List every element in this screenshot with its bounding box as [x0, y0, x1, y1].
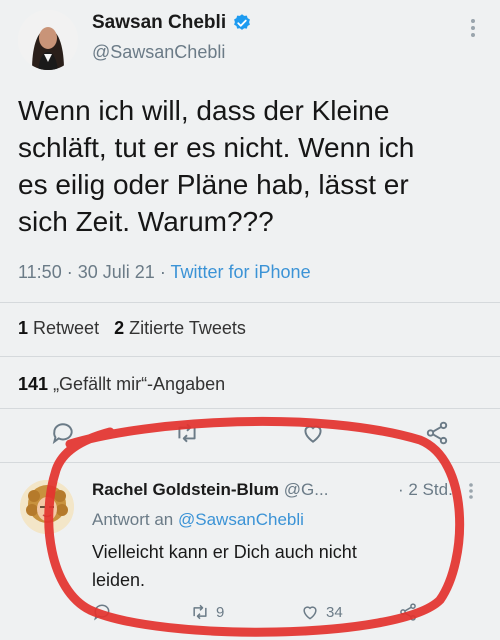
retweets-label: Retweet	[33, 318, 100, 338]
more-icon[interactable]	[470, 18, 476, 43]
reply-like-count: 34	[326, 603, 343, 621]
reply-like-button[interactable]: 34	[300, 602, 343, 622]
retweet-icon	[193, 604, 207, 620]
reply-icon[interactable]	[50, 420, 76, 446]
likes-count: 141	[18, 374, 49, 394]
tweet-text-line: sich Zeit. Warum???	[18, 206, 274, 237]
reply-retweet-count: 9	[216, 603, 225, 621]
likes-label: „Gefällt mir“-Angaben	[53, 374, 226, 394]
divider	[0, 356, 500, 357]
quotes-stat[interactable]: 2 Zitierte Tweets	[114, 318, 246, 338]
quotes-count: 2	[114, 318, 125, 338]
reply-to-line: Antwort an @SawsanChebli	[92, 510, 304, 530]
tweet-text: Wenn ich will, dass der Kleine schläft, …	[18, 92, 478, 240]
more-icon[interactable]	[468, 482, 474, 505]
likes-stat[interactable]: 141 „Gefällt mir“-Angaben	[18, 374, 225, 395]
divider	[0, 408, 500, 409]
tweet-actions	[0, 420, 500, 448]
reply-author-handle[interactable]: @G...	[284, 480, 329, 499]
meta-separator: ·	[66, 262, 73, 282]
tweet-meta: 11:50 · 30 Juli 21 · Twitter for iPhone	[18, 262, 311, 283]
reply-text-line: Vielleicht kann er Dich auch nicht	[92, 542, 357, 562]
retweet-stats: 1 Retweet 2 Zitierte Tweets	[18, 318, 246, 339]
author-handle[interactable]: @SawsanChebli	[92, 42, 252, 63]
share-icon[interactable]	[424, 420, 450, 446]
reply-author: Rachel Goldstein-Blum @G...	[92, 480, 328, 500]
reply-to-label: Antwort an	[92, 510, 174, 529]
share-icon[interactable]	[398, 602, 418, 622]
divider	[0, 302, 500, 303]
reply-author-name[interactable]: Rachel Goldstein-Blum	[92, 480, 279, 499]
tweet-text-line: es eilig oder Pläne hab, lässt er	[18, 169, 409, 200]
tweet-date: 30 Juli 21	[77, 262, 155, 282]
retweets-stat[interactable]: 1 Retweet	[18, 318, 104, 338]
verified-badge-icon	[234, 14, 251, 30]
reply-retweet-button[interactable]: 9	[190, 602, 224, 622]
reply-to-handle[interactable]: @SawsanChebli	[178, 510, 304, 529]
retweet-icon[interactable]	[174, 420, 200, 446]
retweets-count: 1	[18, 318, 29, 338]
tweet-text-line: Wenn ich will, dass der Kleine	[18, 95, 390, 126]
author-avatar[interactable]	[18, 10, 78, 70]
tweet-time: 11:50	[18, 262, 62, 282]
like-icon	[303, 606, 317, 620]
divider	[0, 462, 500, 463]
author-name[interactable]: Sawsan Chebli	[92, 12, 226, 34]
tweet-author: Sawsan Chebli @SawsanChebli	[92, 12, 252, 63]
tweet-source-link[interactable]: Twitter for iPhone	[171, 262, 311, 282]
reply-timestamp: · 2 Std.	[398, 480, 453, 499]
meta-separator: ·	[159, 262, 166, 282]
reply-text-line: leiden.	[92, 570, 146, 590]
like-icon[interactable]	[300, 420, 326, 446]
tweet-detail-page: Sawsan Chebli @SawsanChebli Wenn ich wil…	[0, 0, 500, 640]
reply-icon[interactable]	[92, 602, 112, 622]
tweet-text-line: schläft, tut er es nicht. Wenn ich	[18, 132, 415, 163]
quotes-label: Zitierte Tweets	[129, 318, 246, 338]
reply-actions: 9 34	[0, 602, 500, 630]
reply-text: Vielleicht kann er Dich auch nicht leide…	[92, 538, 432, 594]
reply-author-avatar[interactable]	[20, 480, 74, 534]
